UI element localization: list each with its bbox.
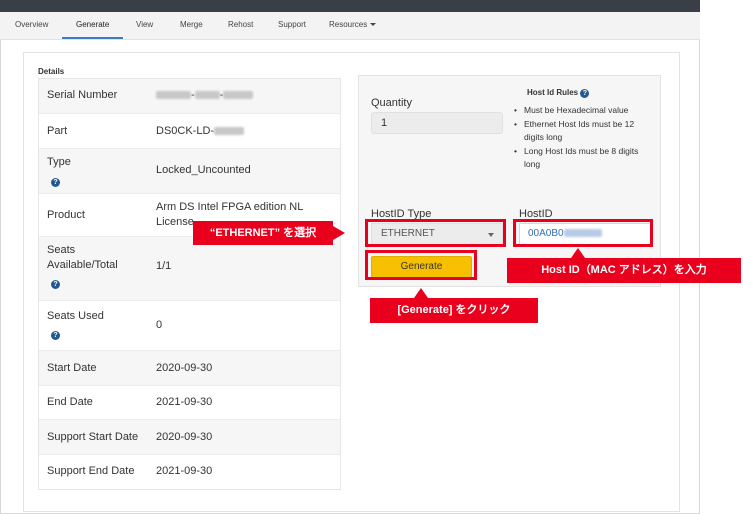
- support-start-date-value: 2020-09-30: [156, 431, 213, 443]
- active-tab-indicator: [62, 37, 123, 39]
- table-row: Type ? Locked_Uncounted: [39, 149, 340, 194]
- top-nav: Overview Generate View Merge Rehost Supp…: [0, 12, 700, 40]
- nav-view[interactable]: View: [136, 20, 153, 29]
- row-label: Support Start Date: [47, 431, 139, 443]
- row-label: Serial Number: [47, 89, 118, 101]
- table-row: Support End Date 2021-09-30: [39, 455, 340, 489]
- row-label: Type: [47, 156, 71, 168]
- support-end-date-value: 2021-09-30: [156, 465, 213, 477]
- rule-item: Must be Hexadecimal value: [514, 104, 647, 117]
- table-row: Seats Used ? 0: [39, 301, 340, 351]
- rule-item: Ethernet Host Ids must be 12 digits long: [514, 118, 647, 144]
- blurred-text: [223, 91, 254, 100]
- top-bar: [0, 0, 700, 12]
- chevron-down-icon: [370, 23, 377, 27]
- blurred-text: [194, 91, 220, 100]
- table-row: End Date 2021-09-30: [39, 386, 340, 420]
- seats-used-value: 0: [156, 319, 163, 331]
- start-date-value: 2020-09-30: [156, 362, 213, 374]
- highlight-hostid-type: [365, 219, 506, 247]
- help-icon[interactable]: ?: [51, 280, 60, 289]
- nav-overview[interactable]: Overview: [15, 20, 48, 29]
- quantity-input[interactable]: 1: [371, 112, 503, 134]
- end-date-value: 2021-09-30: [156, 396, 213, 408]
- seats-value: 1/1: [156, 260, 172, 272]
- row-label: End Date: [47, 396, 93, 408]
- row-label: Product: [47, 209, 85, 221]
- table-row: Start Date 2020-09-30: [39, 351, 340, 386]
- row-label: Seats Used: [47, 310, 104, 322]
- arrow-up-icon: [571, 248, 585, 258]
- callout-click-generate: [Generate] をクリック: [370, 298, 538, 323]
- help-icon[interactable]: ?: [580, 89, 590, 98]
- host-id-rules-title-text: Host Id Rules: [527, 88, 579, 97]
- table-row: Serial Number --: [39, 79, 340, 114]
- details-heading: Details: [38, 67, 65, 76]
- highlight-hostid-input: [513, 219, 653, 247]
- row-label-line1: Seats: [47, 244, 76, 256]
- nav-support[interactable]: Support: [278, 20, 306, 29]
- help-icon[interactable]: ?: [51, 178, 60, 187]
- part-value: DS0CK-LD-: [156, 124, 245, 139]
- rule-item: Long Host Ids must be 8 digits long: [514, 145, 647, 171]
- nav-generate[interactable]: Generate: [76, 20, 109, 29]
- help-icon[interactable]: ?: [51, 331, 60, 340]
- row-label: Part: [47, 125, 68, 137]
- table-row: Part DS0CK-LD-: [39, 114, 340, 149]
- nav-rehost[interactable]: Rehost: [228, 20, 253, 29]
- callout-select-ethernet: “ETHERNET” を選択: [193, 221, 333, 245]
- serial-number-value: --: [156, 88, 254, 103]
- product-value-line2: License: [156, 216, 194, 228]
- blurred-text: [156, 91, 191, 100]
- arrow-right-icon: [333, 226, 345, 240]
- nav-resources[interactable]: Resources: [329, 20, 377, 29]
- highlight-generate-button: [365, 250, 477, 280]
- part-value-text: DS0CK-LD-: [156, 125, 215, 137]
- nav-merge[interactable]: Merge: [180, 20, 203, 29]
- callout-enter-hostid: Host ID（MAC アドレス）を入力: [507, 258, 741, 283]
- table-row: Seats Available/Total ? 1/1: [39, 237, 340, 301]
- table-row: Support Start Date 2020-09-30: [39, 420, 340, 455]
- blurred-text: [214, 127, 245, 136]
- arrow-up-icon: [414, 288, 428, 298]
- quantity-label: Quantity: [371, 97, 412, 109]
- details-table: Serial Number -- Part DS0CK-LD- Type ? L…: [38, 78, 341, 490]
- host-id-rules-title: Host Id Rules ?: [527, 88, 590, 98]
- host-id-rules-list: Must be Hexadecimal value Ethernet Host …: [514, 104, 647, 172]
- row-label-line2: Available/Total: [47, 259, 118, 271]
- type-value: Locked_Uncounted: [156, 164, 251, 176]
- row-label: Start Date: [47, 362, 97, 374]
- product-value-line1: Arm DS Intel FPGA edition NL: [156, 201, 304, 213]
- row-label: Support End Date: [47, 465, 135, 477]
- nav-resources-label: Resources: [329, 20, 368, 29]
